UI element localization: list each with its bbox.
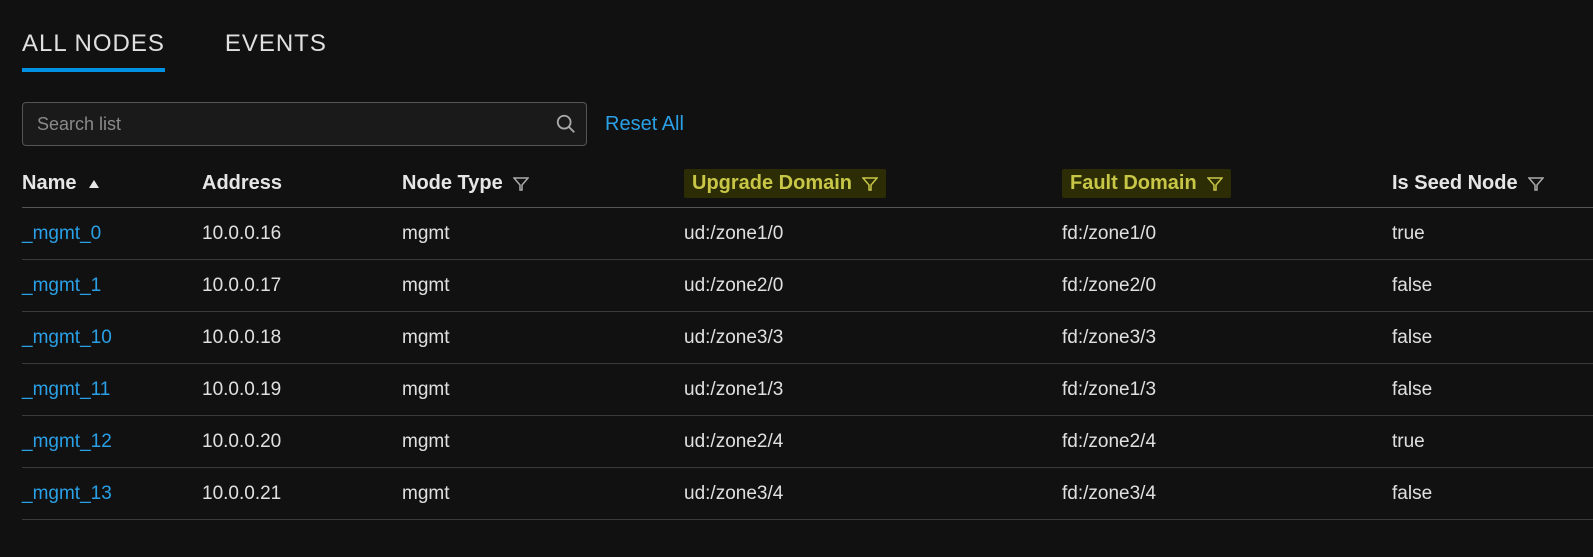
column-label: Fault Domain	[1070, 172, 1197, 195]
cell-node-type: mgmt	[402, 223, 684, 245]
cell-upgrade-domain: ud:/zone3/4	[684, 483, 1062, 505]
reset-all-link[interactable]: Reset All	[605, 113, 684, 136]
sort-asc-icon	[86, 176, 102, 192]
column-header-node-type[interactable]: Node Type	[402, 172, 684, 195]
cell-name[interactable]: _mgmt_0	[22, 223, 202, 245]
cell-upgrade-domain: ud:/zone2/0	[684, 275, 1062, 297]
cell-fault-domain: fd:/zone2/0	[1062, 275, 1392, 297]
cell-address: 10.0.0.17	[202, 275, 402, 297]
filter-icon[interactable]	[1207, 176, 1223, 192]
column-label: Name	[22, 172, 76, 195]
column-header-address[interactable]: Address	[202, 172, 402, 195]
cell-fault-domain: fd:/zone1/0	[1062, 223, 1392, 245]
cell-node-type: mgmt	[402, 275, 684, 297]
cell-node-type: mgmt	[402, 379, 684, 401]
table-header-row: Name Address Node Type Upgrade Domain	[22, 160, 1593, 208]
cell-name[interactable]: _mgmt_10	[22, 327, 202, 349]
cell-address: 10.0.0.16	[202, 223, 402, 245]
cell-address: 10.0.0.20	[202, 431, 402, 453]
table-row: _mgmt_1110.0.0.19mgmtud:/zone1/3fd:/zone…	[22, 364, 1593, 416]
tab-bar: ALL NODES EVENTS	[0, 0, 1593, 72]
cell-address: 10.0.0.18	[202, 327, 402, 349]
cell-node-type: mgmt	[402, 483, 684, 505]
cell-address: 10.0.0.19	[202, 379, 402, 401]
column-label: Node Type	[402, 172, 503, 195]
cell-node-type: mgmt	[402, 327, 684, 349]
column-header-upgrade-domain[interactable]: Upgrade Domain	[684, 169, 886, 198]
cell-name[interactable]: _mgmt_11	[22, 379, 202, 401]
table-row: _mgmt_1010.0.0.18mgmtud:/zone3/3fd:/zone…	[22, 312, 1593, 364]
table-row: _mgmt_1210.0.0.20mgmtud:/zone2/4fd:/zone…	[22, 416, 1593, 468]
toolbar: Reset All	[0, 72, 1593, 160]
cell-node-type: mgmt	[402, 431, 684, 453]
cell-fault-domain: fd:/zone3/3	[1062, 327, 1392, 349]
cell-name[interactable]: _mgmt_13	[22, 483, 202, 505]
cell-upgrade-domain: ud:/zone3/3	[684, 327, 1062, 349]
column-header-name[interactable]: Name	[22, 172, 202, 195]
column-header-fault-domain-wrap: Fault Domain	[1062, 169, 1392, 198]
cell-is-seed-node: true	[1392, 223, 1592, 245]
column-label: Address	[202, 172, 282, 195]
table-body: _mgmt_010.0.0.16mgmtud:/zone1/0fd:/zone1…	[22, 208, 1593, 520]
cell-fault-domain: fd:/zone1/3	[1062, 379, 1392, 401]
search-wrap	[22, 102, 587, 146]
column-label: Is Seed Node	[1392, 172, 1518, 195]
cell-name[interactable]: _mgmt_1	[22, 275, 202, 297]
cell-is-seed-node: false	[1392, 483, 1592, 505]
search-input[interactable]	[22, 102, 587, 146]
cell-fault-domain: fd:/zone3/4	[1062, 483, 1392, 505]
cell-upgrade-domain: ud:/zone2/4	[684, 431, 1062, 453]
cell-is-seed-node: false	[1392, 327, 1592, 349]
filter-icon[interactable]	[1528, 176, 1544, 192]
tab-all-nodes[interactable]: ALL NODES	[22, 30, 165, 72]
filter-icon[interactable]	[862, 176, 878, 192]
cell-upgrade-domain: ud:/zone1/0	[684, 223, 1062, 245]
cell-is-seed-node: true	[1392, 431, 1592, 453]
cell-fault-domain: fd:/zone2/4	[1062, 431, 1392, 453]
search-icon[interactable]	[555, 113, 577, 135]
column-header-is-seed-node[interactable]: Is Seed Node	[1392, 172, 1592, 195]
cell-name[interactable]: _mgmt_12	[22, 431, 202, 453]
table-row: _mgmt_010.0.0.16mgmtud:/zone1/0fd:/zone1…	[22, 208, 1593, 260]
column-label: Upgrade Domain	[692, 172, 852, 195]
nodes-table: Name Address Node Type Upgrade Domain	[0, 160, 1593, 520]
cell-is-seed-node: false	[1392, 275, 1592, 297]
cell-upgrade-domain: ud:/zone1/3	[684, 379, 1062, 401]
cell-address: 10.0.0.21	[202, 483, 402, 505]
tab-events[interactable]: EVENTS	[225, 30, 327, 72]
filter-icon[interactable]	[513, 176, 529, 192]
table-row: _mgmt_1310.0.0.21mgmtud:/zone3/4fd:/zone…	[22, 468, 1593, 520]
column-header-upgrade-domain-wrap: Upgrade Domain	[684, 169, 1062, 198]
column-header-fault-domain[interactable]: Fault Domain	[1062, 169, 1231, 198]
cell-is-seed-node: false	[1392, 379, 1592, 401]
table-row: _mgmt_110.0.0.17mgmtud:/zone2/0fd:/zone2…	[22, 260, 1593, 312]
